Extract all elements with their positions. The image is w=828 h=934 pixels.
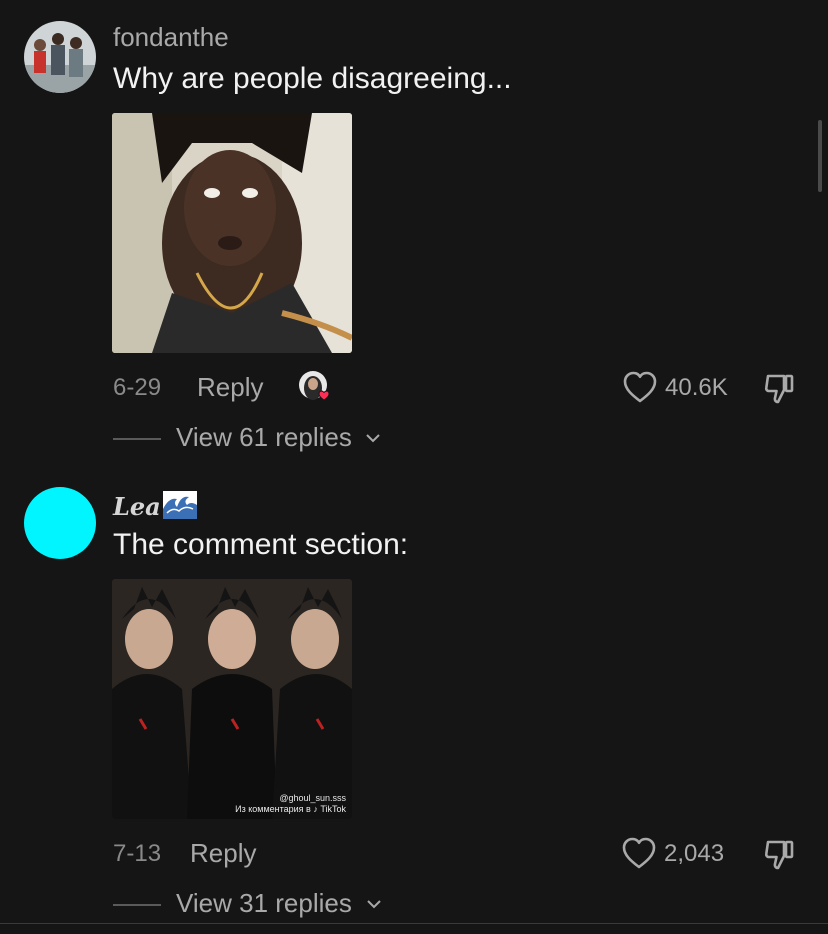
view-replies-button[interactable]: View 31 replies [113, 886, 393, 922]
comment-date: 7-13 [113, 840, 162, 867]
reply-button[interactable]: Reply [197, 372, 263, 403]
divider [113, 904, 161, 906]
comment-media-image[interactable] [112, 113, 352, 353]
chevron-down-icon [367, 900, 381, 909]
view-replies-button[interactable]: View 61 replies [113, 420, 393, 456]
like-count: 2,043 [664, 840, 725, 867]
comment-username[interactable]: Lea [113, 491, 197, 525]
avatar[interactable] [24, 487, 96, 559]
comment-meta: 7-13 Reply 2,043 [113, 834, 828, 874]
comment-media-image[interactable]: @ghoul_sun.sss Из комментария в ♪ TikTok [112, 579, 352, 819]
heart-outline-icon [622, 837, 656, 869]
comment-text: Why are people disagreeing... [113, 62, 512, 95]
thumbs-down-icon[interactable] [762, 836, 798, 872]
view-replies-label: View 61 replies [176, 422, 352, 452]
comment-username[interactable]: fondanthe [113, 22, 229, 53]
divider [113, 438, 161, 440]
comment-meta: 6-29 Reply 40.6K [113, 368, 828, 408]
comment-username-text: Lea [113, 492, 161, 521]
bottom-divider [0, 923, 828, 924]
scrollbar[interactable] [818, 120, 822, 192]
thumbs-down-icon[interactable] [762, 370, 798, 406]
comment-text: The comment section: [113, 528, 409, 561]
reply-button[interactable]: Reply [190, 838, 256, 869]
creator-liked-avatar [298, 370, 332, 404]
wave-emoji-icon [162, 491, 197, 525]
heart-outline-icon [623, 371, 657, 403]
watermark-source: Из комментария в ♪ TikTok [235, 804, 346, 814]
comment-date: 6-29 [113, 374, 162, 401]
like-count: 40.6K [665, 374, 728, 401]
avatar[interactable] [24, 21, 96, 93]
view-replies-label: View 31 replies [176, 888, 352, 918]
chevron-down-icon [366, 434, 380, 443]
watermark-handle: @ghoul_sun.sss [279, 793, 346, 803]
media-watermark: @ghoul_sun.sss Из комментария в ♪ TikTok [235, 793, 346, 815]
